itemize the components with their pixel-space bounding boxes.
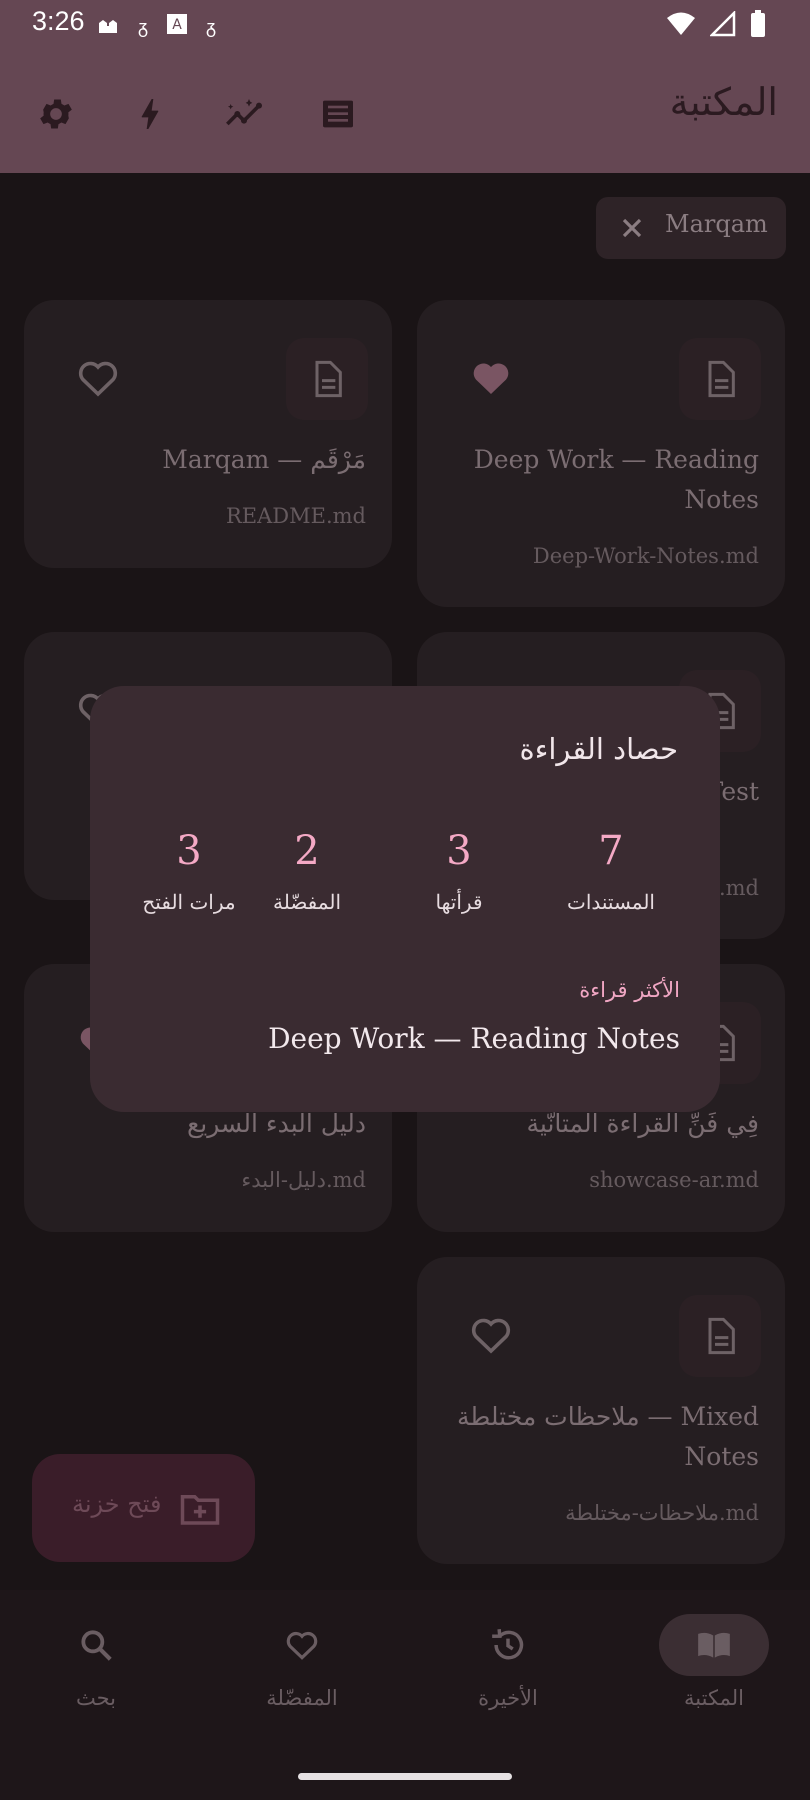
card-title: ملاحظات مختلطة — Mixed Notes (456, 1402, 759, 1471)
insights-button[interactable] (222, 92, 266, 136)
insights-icon (226, 99, 262, 126)
heart-icon (286, 1631, 318, 1660)
stat-value: 7 (598, 828, 624, 874)
svg-text:A: A (172, 17, 182, 33)
settings-icon (40, 99, 72, 129)
nav-label: الأخيرة (478, 1686, 538, 1710)
document-icon-tile (679, 1295, 761, 1377)
card-filename: دليل-البدء.md (241, 1168, 366, 1192)
home-indicator[interactable] (298, 1773, 512, 1780)
status-bar: 3:26 ᵹ A ᵹ (0, 0, 810, 48)
settings-button[interactable] (34, 92, 78, 136)
stat-label: المستندات (566, 890, 655, 914)
document-icon-tile (679, 338, 761, 420)
close-icon[interactable] (616, 212, 648, 244)
bottom-navigation: المكتبة الأخيرة المفضّلة بحث (0, 1590, 810, 1800)
list-icon (323, 100, 353, 128)
history-icon (492, 1629, 524, 1660)
search-icon (81, 1630, 112, 1661)
nav-search-pill (41, 1614, 151, 1676)
document-card[interactable]: Marqam — مَرْقَم README.md (24, 300, 392, 568)
stat-label: مرات الفتح (142, 890, 236, 914)
dialog-title: حصاد القراءة (519, 732, 679, 766)
stat-label: قرأتها (435, 890, 483, 914)
status-notification-icons: ᵹ A ᵹ (96, 12, 216, 43)
nav-library-pill (659, 1614, 769, 1676)
stat-read: 3 قرأتها (384, 826, 534, 914)
stat-documents: 7 المستندات (536, 826, 686, 914)
status-time: 3:26 (32, 6, 85, 36)
notification-icon: ᵹ (138, 16, 149, 38)
document-icon-tile (286, 338, 368, 420)
open-vault-button[interactable]: فتح خزنة (32, 1454, 255, 1562)
nav-library[interactable]: المكتبة (614, 1590, 810, 1740)
heart-outline-icon[interactable] (74, 354, 122, 402)
document-icon (708, 360, 735, 398)
open-vault-label: فتح خزنة (72, 1490, 162, 1518)
nav-label: المفضّلة (266, 1686, 338, 1710)
card-title: Deep Work — Reading Notes (473, 445, 759, 514)
filter-chip[interactable]: Marqam (596, 197, 786, 259)
filter-chip-label: Marqam (665, 210, 768, 238)
nav-search[interactable]: بحث (0, 1590, 196, 1740)
nav-label: بحث (75, 1686, 117, 1710)
document-icon (315, 360, 342, 398)
document-card[interactable]: Deep Work — Reading Notes Deep-Work-Note… (417, 300, 785, 607)
document-card[interactable]: ملاحظات مختلطة — Mixed Notes ملاحظات-مخت… (417, 1257, 785, 1564)
heart-filled-icon[interactable] (467, 354, 515, 402)
document-icon (708, 1317, 735, 1355)
most-read-title: Deep Work — Reading Notes (268, 1022, 680, 1055)
mosque-icon (96, 12, 120, 43)
nav-favorites-pill (247, 1614, 357, 1676)
folder-add-icon (180, 1495, 220, 1525)
nav-recent-pill (453, 1614, 563, 1676)
list-view-button[interactable] (316, 92, 360, 136)
app-bar: المكتبة (0, 48, 810, 173)
status-system-icons (666, 9, 766, 42)
card-filename: ملاحظات-مختلطة.md (565, 1501, 759, 1525)
nav-recent[interactable]: الأخيرة (408, 1590, 608, 1740)
card-filename: README.md (225, 504, 366, 528)
reading-stats-dialog: حصاد القراءة 7 المستندات 3 قرأتها 2 المف… (90, 686, 720, 1112)
nav-favorites[interactable]: المفضّلة (202, 1590, 402, 1740)
card-filename: Deep-Work-Notes.md (532, 544, 759, 568)
bolt-icon (141, 99, 159, 129)
a-icon: A (166, 13, 188, 42)
signal-icon (708, 9, 736, 41)
most-read-label: الأكثر قراءة (579, 978, 680, 1002)
wifi-icon (666, 11, 696, 41)
library-book-icon (698, 1632, 730, 1658)
bolt-button[interactable] (128, 92, 172, 136)
card-title: Marqam — مَرْقَم (162, 445, 366, 474)
heart-outline-icon[interactable] (467, 1311, 515, 1359)
stat-opens: 3 مرات الفتح (114, 826, 264, 914)
app-title: المكتبة (669, 80, 778, 124)
card-filename: showcase-ar.md (589, 1168, 759, 1192)
stat-value: 3 (446, 828, 472, 874)
notification-icon: ᵹ (206, 16, 217, 38)
stat-value: 3 (176, 828, 202, 874)
nav-label: المكتبة (684, 1686, 744, 1710)
battery-icon (750, 10, 766, 42)
